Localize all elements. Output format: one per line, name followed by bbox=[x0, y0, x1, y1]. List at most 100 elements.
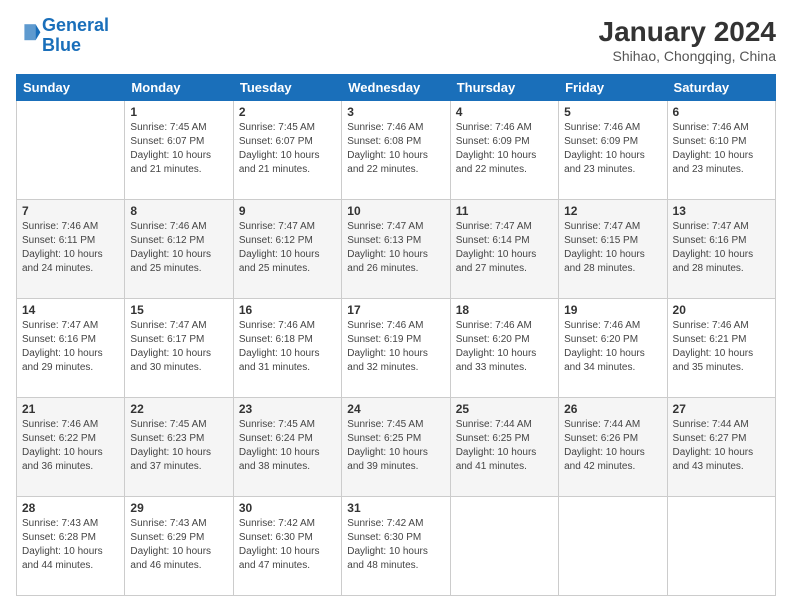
calendar-cell: 21 Sunrise: 7:46 AMSunset: 6:22 PMDayligh… bbox=[17, 398, 125, 497]
calendar-cell: 4 Sunrise: 7:46 AMSunset: 6:09 PMDaylight… bbox=[450, 101, 558, 200]
calendar-header-wednesday: Wednesday bbox=[342, 75, 450, 101]
cell-info: Sunrise: 7:46 AMSunset: 6:19 PMDaylight:… bbox=[347, 319, 444, 375]
day-number: 8 bbox=[130, 204, 227, 218]
logo-icon bbox=[18, 21, 42, 45]
cell-info: Sunrise: 7:45 AMSunset: 6:07 PMDaylight:… bbox=[239, 121, 336, 177]
cell-info: Sunrise: 7:42 AMSunset: 6:30 PMDaylight:… bbox=[239, 517, 336, 573]
calendar-cell: 11Sunrise: 7:47 AMSunset: 6:14 PMDayligh… bbox=[450, 200, 558, 299]
day-number: 12 bbox=[564, 204, 661, 218]
calendar-cell: 12 Sunrise: 7:47 AMSunset: 6:15 PMDayligh… bbox=[559, 200, 667, 299]
day-number: 14 bbox=[22, 303, 119, 317]
calendar-cell: 5 Sunrise: 7:46 AMSunset: 6:09 PMDaylight… bbox=[559, 101, 667, 200]
day-number: 31 bbox=[347, 501, 444, 515]
calendar-cell: 25 Sunrise: 7:44 AMSunset: 6:25 PMDayligh… bbox=[450, 398, 558, 497]
cell-info: Sunrise: 7:46 AMSunset: 6:09 PMDaylight:… bbox=[564, 121, 661, 177]
calendar-cell: 15 Sunrise: 7:47 AMSunset: 6:17 PMDayligh… bbox=[125, 299, 233, 398]
calendar-cell: 20Sunrise: 7:46 AMSunset: 6:21 PMDayligh… bbox=[667, 299, 775, 398]
calendar-table: SundayMondayTuesdayWednesdayThursdayFrid… bbox=[16, 74, 776, 596]
day-number: 25 bbox=[456, 402, 553, 416]
cell-info: Sunrise: 7:46 AMSunset: 6:12 PMDaylight:… bbox=[130, 220, 227, 276]
calendar-header-thursday: Thursday bbox=[450, 75, 558, 101]
cell-info: Sunrise: 7:47 AMSunset: 6:13 PMDaylight:… bbox=[347, 220, 444, 276]
cell-info: Sunrise: 7:47 AMSunset: 6:14 PMDaylight:… bbox=[456, 220, 553, 276]
calendar-cell: 8 Sunrise: 7:46 AMSunset: 6:12 PMDaylight… bbox=[125, 200, 233, 299]
day-number: 16 bbox=[239, 303, 336, 317]
cell-info: Sunrise: 7:47 AMSunset: 6:17 PMDaylight:… bbox=[130, 319, 227, 375]
calendar-week-row: 14 Sunrise: 7:47 AMSunset: 6:16 PMDayligh… bbox=[17, 299, 776, 398]
cell-info: Sunrise: 7:44 AMSunset: 6:26 PMDaylight:… bbox=[564, 418, 661, 474]
month-year: January 2024 bbox=[599, 16, 776, 48]
calendar-header-friday: Friday bbox=[559, 75, 667, 101]
calendar-header-saturday: Saturday bbox=[667, 75, 775, 101]
cell-info: Sunrise: 7:47 AMSunset: 6:15 PMDaylight:… bbox=[564, 220, 661, 276]
day-number: 2 bbox=[239, 105, 336, 119]
day-number: 27 bbox=[673, 402, 770, 416]
calendar-cell: 1Sunrise: 7:45 AMSunset: 6:07 PMDaylight… bbox=[125, 101, 233, 200]
day-number: 30 bbox=[239, 501, 336, 515]
cell-info: Sunrise: 7:46 AMSunset: 6:09 PMDaylight:… bbox=[456, 121, 553, 177]
calendar-cell bbox=[17, 101, 125, 200]
page: General Blue January 2024 Shihao, Chongq… bbox=[0, 0, 792, 612]
location: Shihao, Chongqing, China bbox=[599, 48, 776, 64]
cell-info: Sunrise: 7:46 AMSunset: 6:22 PMDaylight:… bbox=[22, 418, 119, 474]
day-number: 28 bbox=[22, 501, 119, 515]
cell-info: Sunrise: 7:46 AMSunset: 6:10 PMDaylight:… bbox=[673, 121, 770, 177]
day-number: 4 bbox=[456, 105, 553, 119]
cell-info: Sunrise: 7:44 AMSunset: 6:25 PMDaylight:… bbox=[456, 418, 553, 474]
calendar-week-row: 7Sunrise: 7:46 AMSunset: 6:11 PMDaylight… bbox=[17, 200, 776, 299]
calendar-cell: 14 Sunrise: 7:47 AMSunset: 6:16 PMDayligh… bbox=[17, 299, 125, 398]
calendar-cell bbox=[667, 497, 775, 596]
calendar-cell: 30 Sunrise: 7:42 AMSunset: 6:30 PMDayligh… bbox=[233, 497, 341, 596]
calendar-cell: 3Sunrise: 7:46 AMSunset: 6:08 PMDaylight… bbox=[342, 101, 450, 200]
cell-info: Sunrise: 7:46 AMSunset: 6:18 PMDaylight:… bbox=[239, 319, 336, 375]
cell-info: Sunrise: 7:44 AMSunset: 6:27 PMDaylight:… bbox=[673, 418, 770, 474]
day-number: 23 bbox=[239, 402, 336, 416]
cell-info: Sunrise: 7:47 AMSunset: 6:16 PMDaylight:… bbox=[22, 319, 119, 375]
calendar-cell: 29Sunrise: 7:43 AMSunset: 6:29 PMDayligh… bbox=[125, 497, 233, 596]
cell-info: Sunrise: 7:46 AMSunset: 6:21 PMDaylight:… bbox=[673, 319, 770, 375]
day-number: 22 bbox=[130, 402, 227, 416]
cell-info: Sunrise: 7:45 AMSunset: 6:25 PMDaylight:… bbox=[347, 418, 444, 474]
calendar-week-row: 1 Sunrise: 7:45 AMSunset: 6:07 PMDaylight… bbox=[17, 101, 776, 200]
calendar-cell: 2 Sunrise: 7:45 AMSunset: 6:07 PMDaylight… bbox=[233, 101, 341, 200]
cell-info: Sunrise: 7:47 AMSunset: 6:16 PMDaylight:… bbox=[673, 220, 770, 276]
cell-info: Sunrise: 7:43 AMSunset: 6:29 PMDaylight:… bbox=[130, 517, 227, 573]
calendar-cell: 19 Sunrise: 7:46 AMSunset: 6:20 PMDayligh… bbox=[559, 299, 667, 398]
calendar-cell: 31 Sunrise: 7:42 AMSunset: 6:30 PMDayligh… bbox=[342, 497, 450, 596]
calendar-cell: 24Sunrise: 7:45 AMSunset: 6:25 PMDayligh… bbox=[342, 398, 450, 497]
calendar-cell: 26 Sunrise: 7:44 AMSunset: 6:26 PMDayligh… bbox=[559, 398, 667, 497]
logo: General Blue bbox=[16, 16, 109, 56]
calendar-cell: 6 Sunrise: 7:46 AMSunset: 6:10 PMDaylight… bbox=[667, 101, 775, 200]
calendar-cell: 16 Sunrise: 7:46 AMSunset: 6:18 PMDayligh… bbox=[233, 299, 341, 398]
day-number: 1 bbox=[130, 105, 227, 119]
cell-info: Sunrise: 7:45 AMSunset: 6:24 PMDaylight:… bbox=[239, 418, 336, 474]
day-number: 17 bbox=[347, 303, 444, 317]
calendar-week-row: 21 Sunrise: 7:46 AMSunset: 6:22 PMDayligh… bbox=[17, 398, 776, 497]
calendar-week-row: 28Sunrise: 7:43 AMSunset: 6:28 PMDayligh… bbox=[17, 497, 776, 596]
calendar-header-tuesday: Tuesday bbox=[233, 75, 341, 101]
day-number: 26 bbox=[564, 402, 661, 416]
day-number: 9 bbox=[239, 204, 336, 218]
cell-info: Sunrise: 7:46 AMSunset: 6:20 PMDaylight:… bbox=[564, 319, 661, 375]
calendar-cell: 18Sunrise: 7:46 AMSunset: 6:20 PMDayligh… bbox=[450, 299, 558, 398]
logo-blue: Blue bbox=[42, 35, 81, 55]
calendar-cell: 13Sunrise: 7:47 AMSunset: 6:16 PMDayligh… bbox=[667, 200, 775, 299]
header: General Blue January 2024 Shihao, Chongq… bbox=[16, 16, 776, 64]
cell-info: Sunrise: 7:46 AMSunset: 6:08 PMDaylight:… bbox=[347, 121, 444, 177]
calendar-header-monday: Monday bbox=[125, 75, 233, 101]
calendar-cell: 7Sunrise: 7:46 AMSunset: 6:11 PMDaylight… bbox=[17, 200, 125, 299]
cell-info: Sunrise: 7:42 AMSunset: 6:30 PMDaylight:… bbox=[347, 517, 444, 573]
day-number: 21 bbox=[22, 402, 119, 416]
day-number: 6 bbox=[673, 105, 770, 119]
cell-info: Sunrise: 7:46 AMSunset: 6:11 PMDaylight:… bbox=[22, 220, 119, 276]
calendar-cell: 9 Sunrise: 7:47 AMSunset: 6:12 PMDaylight… bbox=[233, 200, 341, 299]
day-number: 19 bbox=[564, 303, 661, 317]
calendar-cell: 22Sunrise: 7:45 AMSunset: 6:23 PMDayligh… bbox=[125, 398, 233, 497]
logo-general: General bbox=[42, 15, 109, 35]
day-number: 18 bbox=[456, 303, 553, 317]
cell-info: Sunrise: 7:47 AMSunset: 6:12 PMDaylight:… bbox=[239, 220, 336, 276]
day-number: 5 bbox=[564, 105, 661, 119]
logo-text: General Blue bbox=[42, 16, 109, 56]
day-number: 10 bbox=[347, 204, 444, 218]
day-number: 15 bbox=[130, 303, 227, 317]
